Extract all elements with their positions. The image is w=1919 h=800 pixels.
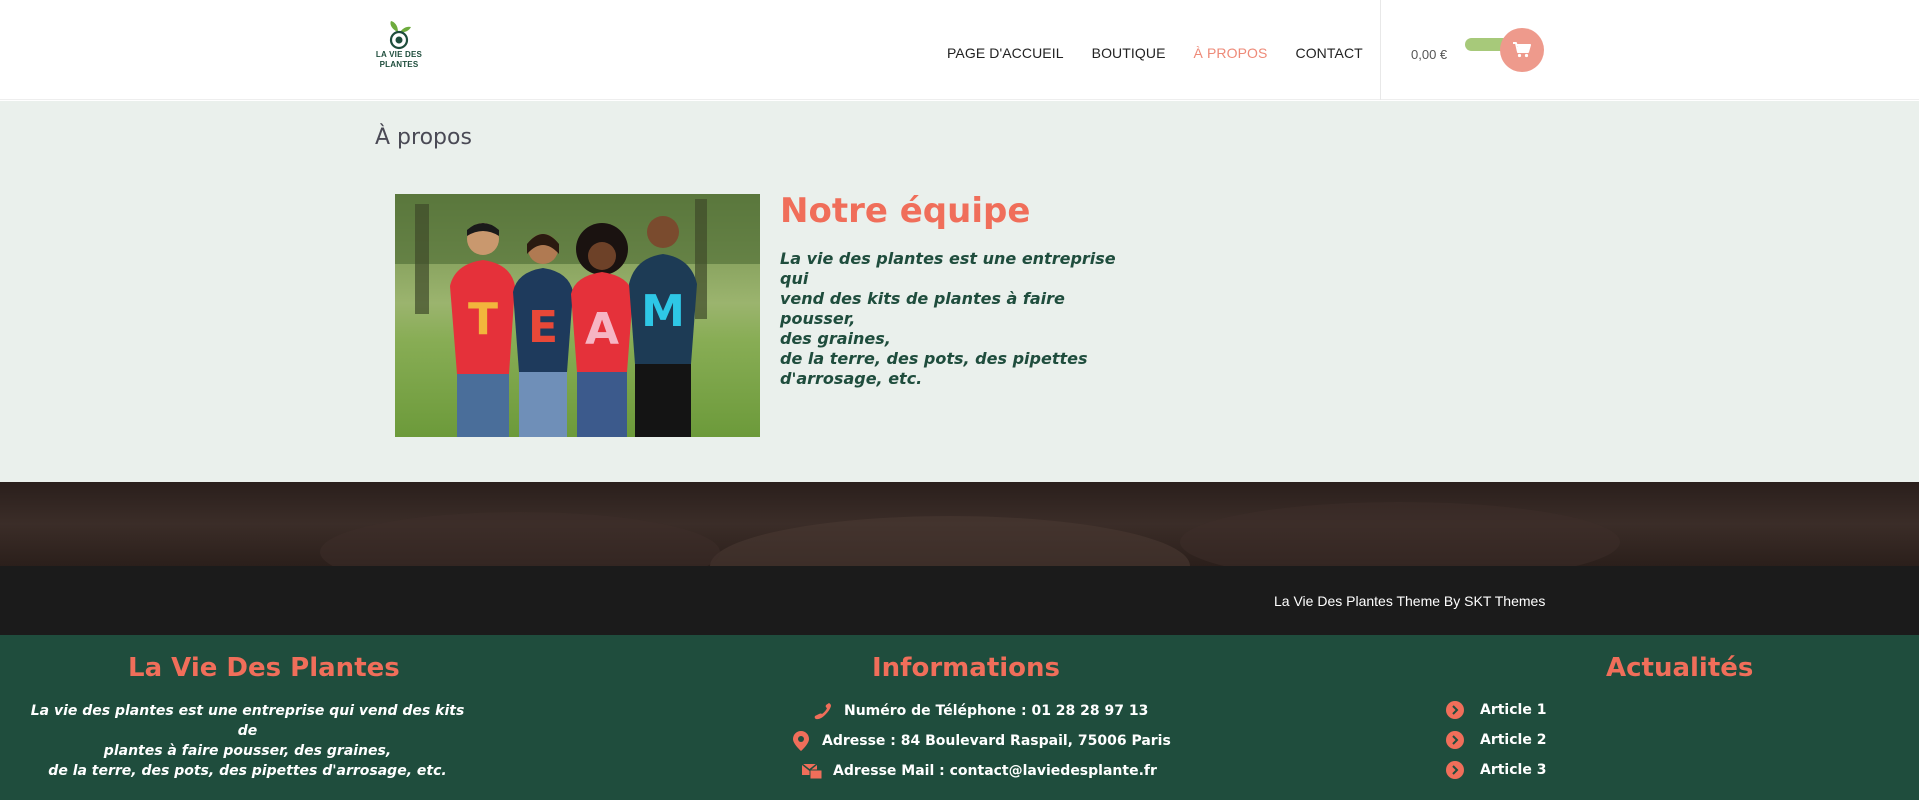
footer-address-text: Adresse : 84 Boulevard Raspail, 75006 Pa… [822,733,1171,749]
team-title: Notre équipe [780,191,1031,231]
plant-logo-icon [389,21,411,50]
site-footer: La Vie Des Plantes La vie des plantes es… [0,635,1919,800]
about-section: À propos T E A M Notre équipe La vie des… [0,101,1919,482]
page-title: À propos [375,125,472,150]
nav-about[interactable]: À PROPOS [1194,45,1268,61]
team-photo: T E A M [395,194,760,437]
footer-about-heading: La Vie Des Plantes [128,653,400,683]
copyright-text[interactable]: La Vie Des Plantes Theme By SKT Themes [1274,593,1545,609]
svg-text:T: T [468,294,498,345]
phone-icon [812,701,834,721]
logo-text-line2: PLANTES [379,60,419,69]
cart-icon [1513,42,1531,58]
copyright-bar: La Vie Des Plantes Theme By SKT Themes [0,566,1919,635]
team-desc-line: des graines, [780,329,891,348]
chevron-right-icon [1446,731,1464,749]
nav-shop[interactable]: BOUTIQUE [1092,45,1166,61]
mail-icon [801,761,823,781]
footer-email-text[interactable]: Adresse Mail : contact@laviedesplante.fr [833,763,1157,779]
cart-button[interactable] [1500,28,1544,72]
main-nav: PAGE D'ACCUEIL BOUTIQUE À PROPOS CONTACT [947,45,1391,61]
footer-article-label[interactable]: Article 1 [1480,702,1546,718]
footer-phone-text[interactable]: Numéro de Téléphone : 01 28 28 97 13 [844,703,1148,719]
footer-about-line: La vie des plantes est une entreprise qu… [30,703,465,739]
site-logo[interactable]: LA VIE DES PLANTES [374,20,424,78]
team-desc-line: de la terre, des pots, des pipettes [780,349,1088,368]
cart-total[interactable]: 0,00 € [1411,47,1447,62]
team-desc-line: vend des kits de plantes à faire pousser… [780,289,1065,328]
footer-address: Adresse : 84 Boulevard Raspail, 75006 Pa… [790,731,1171,751]
footer-article-2[interactable]: Article 2 [1446,731,1546,749]
footer-email: Adresse Mail : contact@laviedesplante.fr [801,761,1157,781]
nav-home[interactable]: PAGE D'ACCUEIL [947,45,1064,61]
footer-news-heading: Actualités [1606,653,1754,683]
footer-article-label[interactable]: Article 2 [1480,732,1546,748]
svg-text:E: E [528,302,558,353]
nav-contact[interactable]: CONTACT [1295,45,1362,61]
footer-article-1[interactable]: Article 1 [1446,701,1546,719]
footer-about-text: La vie des plantes est une entreprise qu… [30,701,465,781]
svg-text:A: A [585,304,619,355]
chevron-right-icon [1446,701,1464,719]
logo-text-line1: LA VIE DES [375,50,423,59]
footer-info-heading: Informations [872,653,1061,683]
svg-text:M: M [641,286,685,337]
header-divider [1380,0,1381,100]
footer-article-3[interactable]: Article 3 [1446,761,1546,779]
team-desc-line: La vie des plantes est une entreprise qu… [780,249,1116,288]
footer-about-line: de la terre, des pots, des pipettes d'ar… [48,763,447,779]
team-description: La vie des plantes est une entreprise qu… [780,249,1140,389]
chevron-right-icon [1446,761,1464,779]
decorative-banner [0,482,1919,566]
footer-about-line: plantes à faire pousser, des graines, [103,743,392,759]
map-pin-icon [790,731,812,751]
footer-phone: Numéro de Téléphone : 01 28 28 97 13 [812,701,1148,721]
site-header: LA VIE DES PLANTES PAGE D'ACCUEIL BOUTIQ… [0,0,1919,100]
footer-article-label[interactable]: Article 3 [1480,762,1546,778]
team-desc-line: d'arrosage, etc. [780,369,923,388]
